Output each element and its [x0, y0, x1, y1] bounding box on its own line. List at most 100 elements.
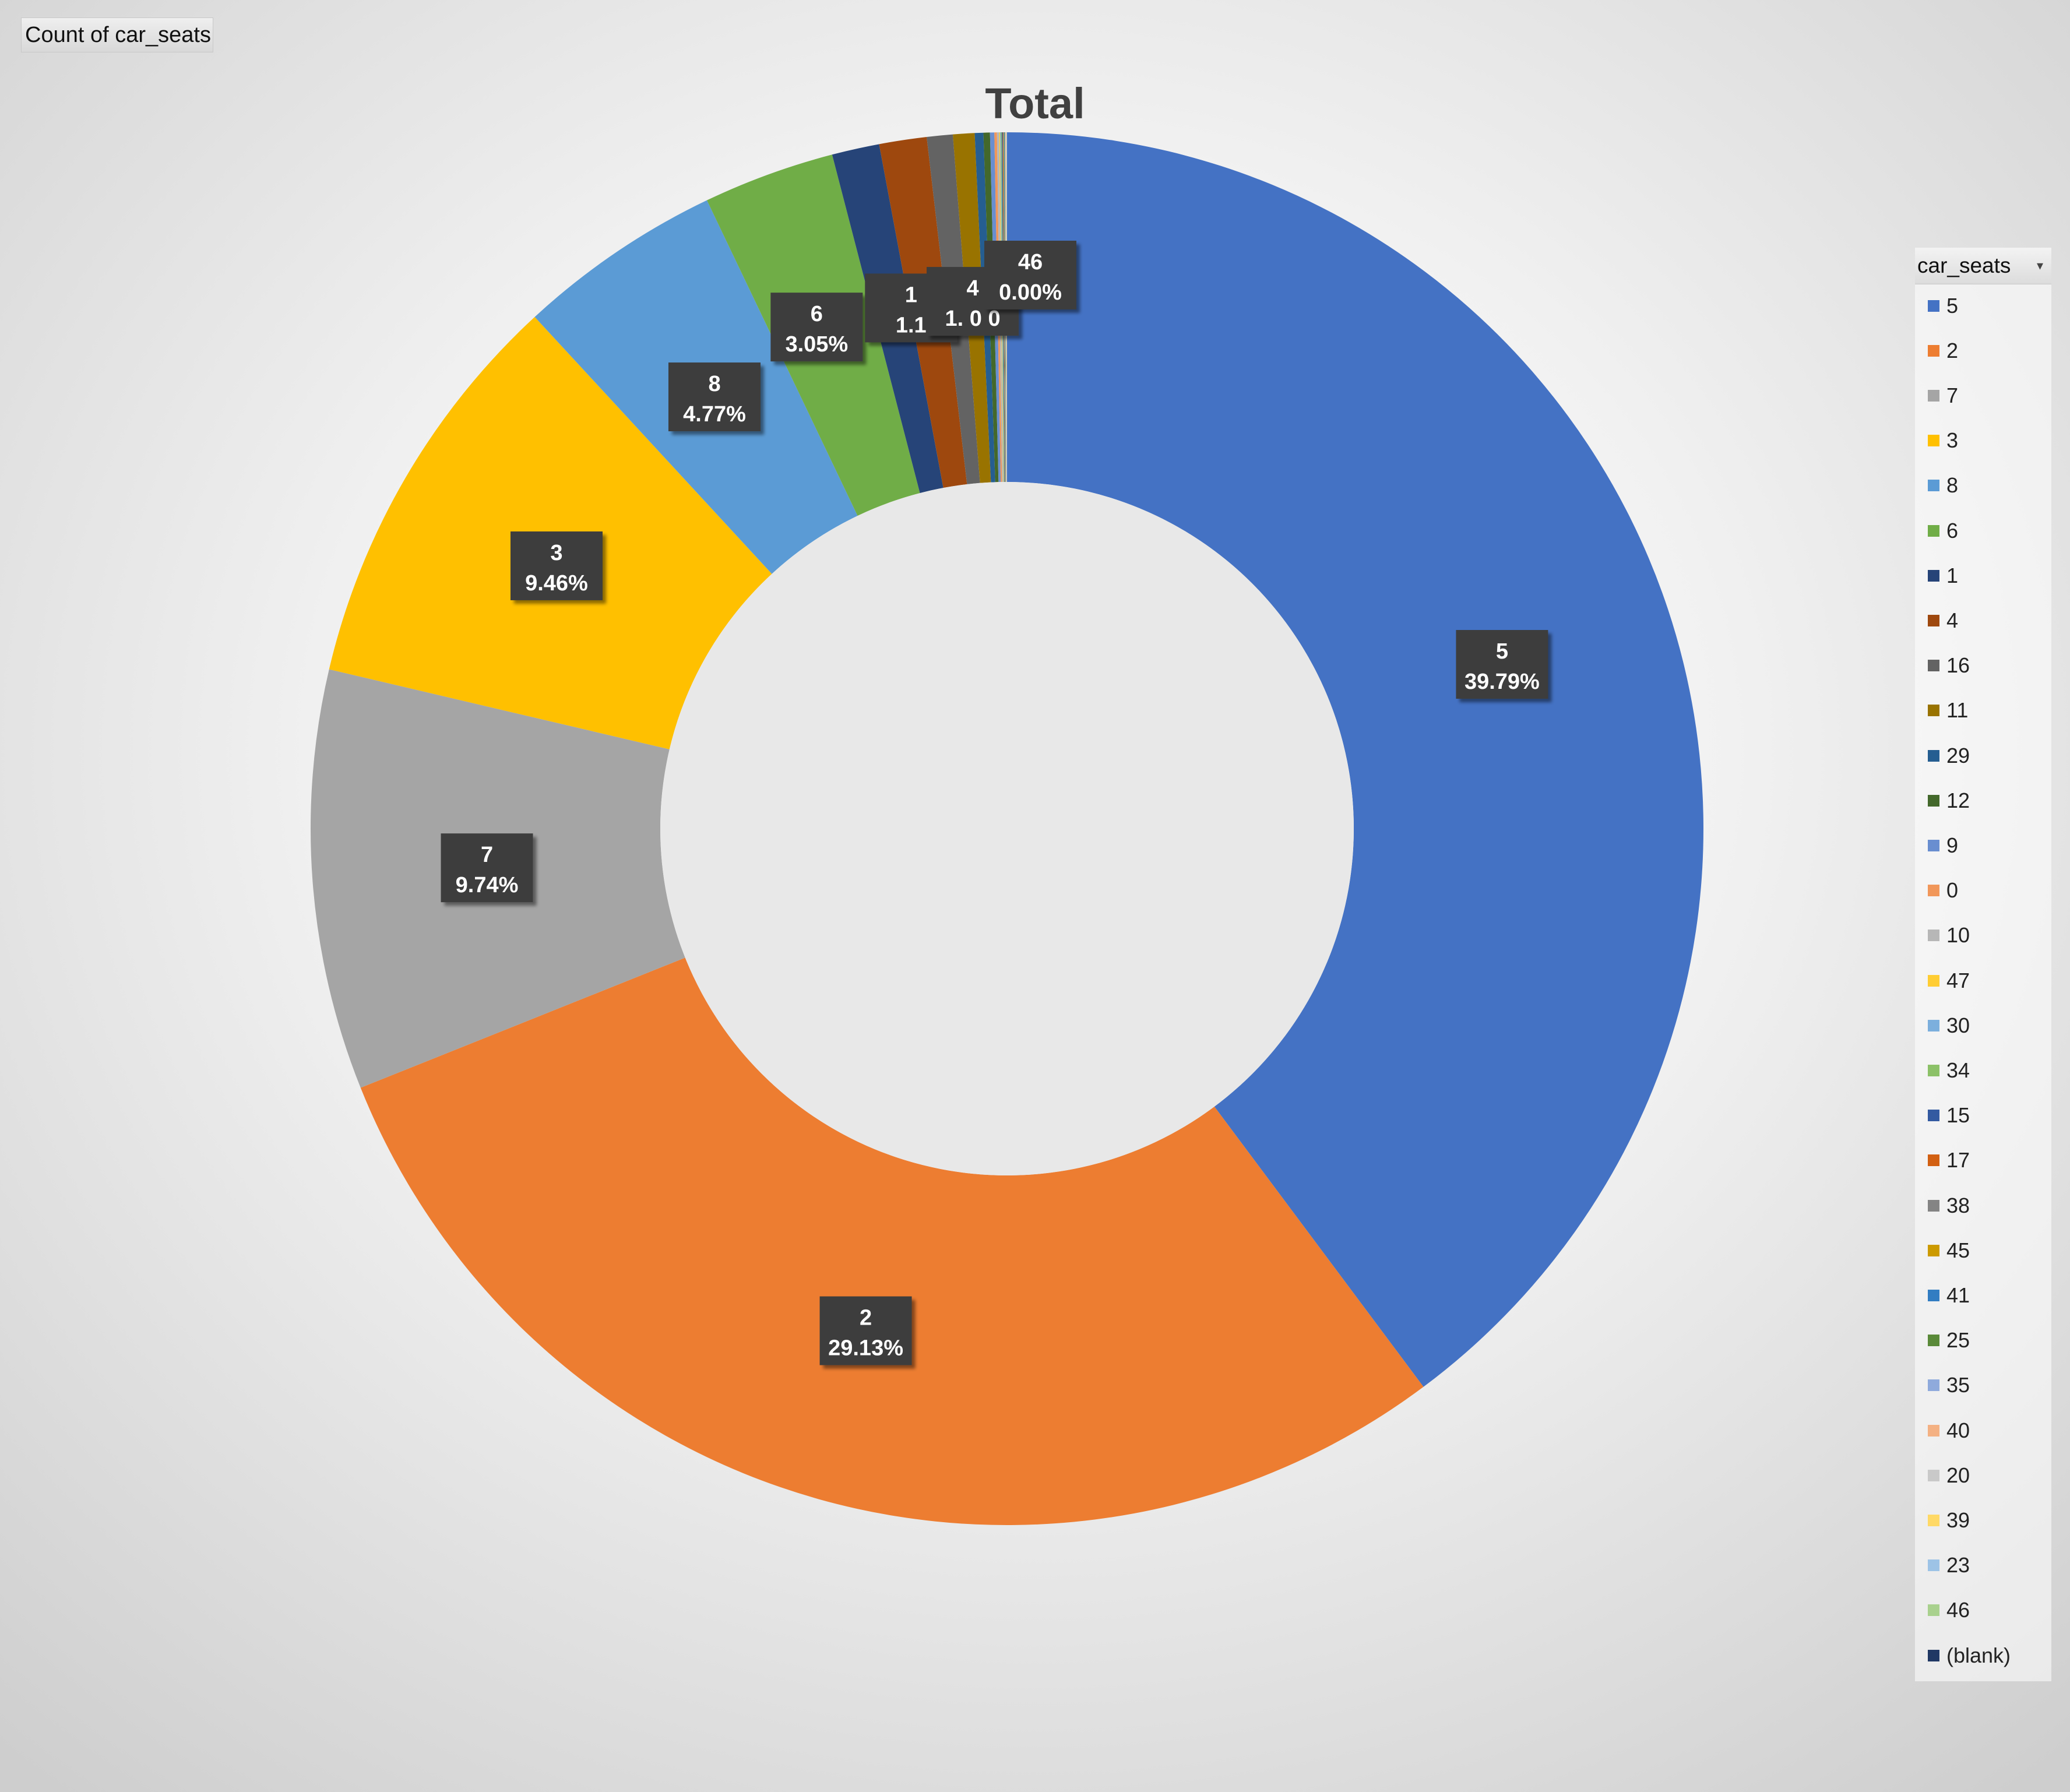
- legend-item: 38: [1928, 1183, 1970, 1228]
- legend-label: 7: [1946, 383, 1959, 407]
- data-label-6: 6 3.05%: [770, 293, 863, 362]
- legend-label: 2: [1946, 338, 1959, 362]
- legend-label: (blank): [1946, 1643, 2011, 1667]
- legend-label: 8: [1946, 473, 1959, 498]
- dropdown-arrow-icon[interactable]: ▾: [2037, 248, 2043, 284]
- legend-item: 11: [1928, 688, 1968, 733]
- legend-item: 25: [1928, 1318, 1970, 1363]
- legend-swatch: [1928, 885, 1939, 897]
- legend-item: 9: [1928, 823, 1958, 868]
- legend-item: 35: [1928, 1363, 1970, 1408]
- legend-label: 4: [1946, 608, 1959, 632]
- legend-item: 16: [1928, 643, 1970, 688]
- legend-item: 7: [1928, 373, 1958, 418]
- data-label-percent: 4.77%: [683, 402, 746, 427]
- data-label-8: 8 4.77%: [668, 362, 761, 432]
- legend-swatch: [1928, 344, 1939, 357]
- legend-swatch: [1928, 1469, 1939, 1481]
- data-label-percent: 9.74%: [456, 873, 519, 897]
- legend-filter-header[interactable]: car_seats ▾: [1915, 248, 2051, 284]
- legend-item: (blank): [1928, 1633, 2011, 1678]
- legend-swatch: [1928, 1064, 1939, 1076]
- data-label-percent: 1. 0 0: [945, 307, 1001, 331]
- data-label-category: 8: [708, 372, 720, 396]
- legend-label: 34: [1946, 1058, 1970, 1082]
- legend-label: 10: [1946, 923, 1970, 948]
- data-label-category: 1: [905, 283, 917, 307]
- doughnut-slices: [311, 132, 1704, 1525]
- chart-title: Total: [985, 79, 1085, 128]
- legend-label: 47: [1946, 968, 1970, 992]
- legend-label: 23: [1946, 1553, 1970, 1578]
- legend-label: 3: [1946, 428, 1959, 453]
- legend-swatch: [1928, 569, 1939, 582]
- legend-item: 5: [1928, 283, 1958, 328]
- legend-label: 12: [1946, 788, 1970, 812]
- data-label-percent: 29.13%: [828, 1336, 903, 1361]
- legend-swatch: [1928, 1424, 1939, 1437]
- legend-label: 17: [1946, 1148, 1970, 1173]
- data-label-category: 46: [1018, 250, 1043, 274]
- legend-label: 30: [1946, 1013, 1970, 1037]
- legend-item: 23: [1928, 1543, 1970, 1588]
- data-label-2: 2 29.13%: [819, 1296, 912, 1365]
- legend-swatch: [1928, 794, 1939, 807]
- legend-item: 20: [1928, 1453, 1970, 1498]
- legend-item: 30: [1928, 1003, 1970, 1048]
- data-label-category: 7: [481, 843, 493, 867]
- legend-swatch: [1928, 1019, 1939, 1031]
- legend-swatch: [1928, 705, 1939, 717]
- legend-item: 47: [1928, 958, 1970, 1003]
- data-label-category: 5: [1496, 639, 1508, 664]
- legend-swatch: [1928, 930, 1939, 942]
- legend-label: 41: [1946, 1283, 1970, 1307]
- legend-label: 39: [1946, 1508, 1970, 1532]
- legend-swatch: [1928, 524, 1939, 537]
- data-label-category: 4: [967, 276, 979, 301]
- legend-label: 16: [1946, 653, 1970, 678]
- legend-label: 45: [1946, 1238, 1970, 1262]
- legend-swatch: [1928, 1244, 1939, 1256]
- legend-item: 2: [1928, 328, 1958, 373]
- legend-label: 5: [1946, 293, 1959, 318]
- legend-item: 15: [1928, 1093, 1970, 1138]
- legend-swatch: [1928, 435, 1939, 447]
- legend-label: 20: [1946, 1463, 1970, 1487]
- legend-swatch: [1928, 1199, 1939, 1212]
- legend-item: 1: [1928, 553, 1958, 598]
- legend-label: 29: [1946, 743, 1970, 768]
- legend-swatch: [1928, 1649, 1939, 1661]
- legend-swatch: [1928, 480, 1939, 492]
- data-label-percent: 9.46%: [525, 571, 588, 596]
- data-label-3: 3 9.46%: [510, 531, 603, 600]
- legend-swatch: [1928, 1335, 1939, 1347]
- doughnut-hole: [660, 482, 1354, 1175]
- legend-swatch: [1928, 749, 1939, 762]
- legend-item: 0: [1928, 868, 1958, 913]
- legend-item: 17: [1928, 1138, 1970, 1183]
- legend-swatch: [1928, 1604, 1939, 1617]
- legend-label: 46: [1946, 1598, 1970, 1622]
- legend-item: 10: [1928, 913, 1970, 958]
- data-label-category: 2: [860, 1306, 872, 1330]
- data-label-percent: 39.79%: [1465, 670, 1540, 694]
- data-label-46: 46 0.00%: [984, 241, 1076, 309]
- legend-item: 46: [1928, 1588, 1970, 1633]
- legend-swatch: [1928, 1559, 1939, 1572]
- data-label-5: 5 39.79%: [1456, 630, 1548, 699]
- legend-item: 39: [1928, 1498, 1970, 1543]
- doughnut-chart: Total 5 39.79% 2 29.13% 7 9.74% 3 9.46% 8 4.77% 6 3…: [311, 79, 1704, 1525]
- legend-swatch: [1928, 839, 1939, 851]
- data-label-category: 6: [811, 302, 823, 326]
- data-label-category: 3: [550, 541, 562, 565]
- legend-item: 3: [1928, 418, 1958, 463]
- data-label-7: 7 9.74%: [441, 833, 533, 903]
- legend-label: 11: [1946, 698, 1969, 723]
- legend-item: 4: [1928, 598, 1958, 643]
- legend: car_seats ▾ 5 2 7 3 8 6 1 4 16 11 29 12 9 0 10 47 30 34 15…: [1915, 248, 2051, 1681]
- legend-swatch: [1928, 660, 1939, 672]
- legend-item: 12: [1928, 778, 1970, 823]
- legend-swatch: [1928, 1379, 1939, 1392]
- legend-swatch: [1928, 1514, 1939, 1526]
- data-label-percent: 0.00%: [999, 280, 1062, 305]
